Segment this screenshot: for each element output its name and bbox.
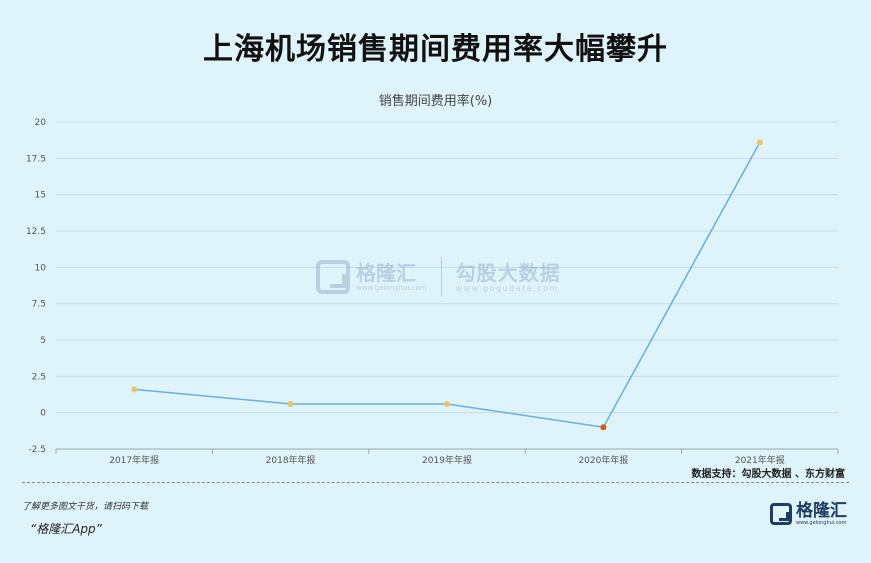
app-name: “格隆汇App” [30, 522, 102, 536]
watermark-name-2: 勾股大数据 [455, 260, 561, 285]
data-point [131, 386, 138, 393]
x-tick-label: 2018年年报 [266, 454, 316, 466]
data-source: 数据支持：勾股大数据 、东方财富 [691, 469, 845, 480]
y-tick-label: 15 [35, 191, 46, 201]
x-tick-label: 2017年年报 [109, 454, 159, 466]
brand-name: 格隆汇 [796, 501, 847, 521]
x-tick-label: 2019年年报 [422, 454, 472, 466]
data-point [600, 424, 607, 431]
y-tick-label: 17.5 [26, 154, 46, 164]
line-chart: -2.5 0 2.5 5 7.5 10 12.5 15 17.5 20 2017年年报 2018年年报… [26, 118, 839, 466]
watermark-name: 格隆汇 [356, 261, 416, 285]
watermark-divider [440, 257, 442, 297]
y-tick-label: -2.5 [28, 445, 46, 455]
y-tick-label: 12.5 [26, 227, 46, 237]
y-tick-label: 7.5 [32, 300, 46, 310]
data-point [756, 139, 763, 146]
promo-text: 了解更多图文干货，请扫码下载 [22, 502, 149, 512]
y-tick-label: 0 [40, 409, 46, 419]
footer-brand[interactable]: 格隆汇 www.gelonghui.com [770, 502, 847, 526]
y-tick-label: 2.5 [32, 372, 46, 382]
data-point [287, 400, 294, 407]
watermark-url-2: www.gogudata.com [455, 283, 559, 293]
x-tick-label: 2020年年报 [578, 454, 628, 466]
footer-divider [22, 482, 849, 483]
watermark: 格隆汇 www.gelonghui.com 勾股大数据 www.gogudata… [316, 256, 561, 298]
data-point [444, 400, 450, 407]
brand-logo-icon [770, 503, 792, 525]
brand-url: www.gelonghui.com [796, 520, 847, 526]
y-tick-label: 20 [35, 118, 47, 128]
y-tick-label: 5 [40, 336, 46, 346]
y-tick-label: 10 [35, 263, 47, 273]
gelonghui-logo-icon [316, 260, 350, 294]
watermark-url: www.gelonghui.com [356, 284, 427, 292]
